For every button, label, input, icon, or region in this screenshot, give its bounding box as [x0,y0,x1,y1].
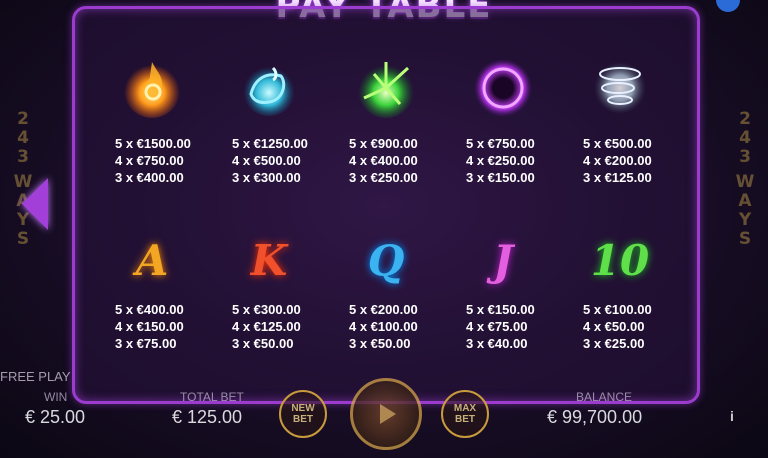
max-bet-button[interactable]: MAX BET [441,390,489,438]
paytable-panel: 5 x €1500.00 4 x €750.00 3 x €400.00 5 x… [72,6,700,404]
wind-swirl-icon [585,51,655,121]
pay-4: 4 x €750.00 [115,153,184,168]
pay-5: 5 x €200.00 [349,302,418,317]
symbol-a: A 5 x €400.00 4 x €150.00 3 x €75.00 [97,233,207,352]
green-leaf-burst-icon [351,51,421,121]
letter-10-icon: 10 [590,235,650,285]
pay-3: 3 x €150.00 [466,170,535,185]
fire-swirl-icon [117,51,187,121]
pay-3: 3 x €50.00 [232,336,294,351]
symbol-j: J 5 x €150.00 4 x €75.00 3 x €40.00 [448,233,558,352]
pay-3: 3 x €40.00 [466,336,528,351]
pay-5: 5 x €1250.00 [232,136,308,151]
symbol-water: 5 x €1250.00 4 x €500.00 3 x €300.00 [214,51,324,186]
pay-5: 5 x €100.00 [583,302,652,317]
pay-3: 3 x €400.00 [115,170,184,185]
pay-4: 4 x €250.00 [466,153,535,168]
pay-5: 5 x €1500.00 [115,136,191,151]
total-bet-label: TOTAL BET [180,390,244,404]
previous-page-arrow[interactable] [22,178,48,230]
win-value: € 25.00 [25,407,86,427]
pay-4: 4 x €100.00 [349,319,418,334]
ways-label-right: 243 WAYS [735,109,755,249]
symbol-k: K 5 x €300.00 4 x €125.00 3 x €50.00 [214,233,324,352]
total-bet-value: € 125.00 [172,407,243,427]
symbol-void: 5 x €750.00 4 x €250.00 3 x €150.00 [448,51,558,186]
win-label: WIN [44,390,68,404]
letter-q-icon: Q [367,235,405,285]
pay-3: 3 x €25.00 [583,336,645,351]
new-bet-button[interactable]: NEW BET [279,390,327,438]
pay-3: 3 x €125.00 [583,170,652,185]
pay-4: 4 x €75.00 [466,319,528,334]
pay-4: 4 x €125.00 [232,319,301,334]
purple-ring-icon [468,51,538,121]
spin-button[interactable] [350,378,422,450]
pay-5: 5 x €900.00 [349,136,418,151]
symbol-10: 10 5 x €100.00 4 x €50.00 3 x €25.00 [565,233,675,352]
pay-5: 5 x €400.00 [115,302,184,317]
balance-value: € 99,700.00 [547,407,643,427]
pay-5: 5 x €500.00 [583,136,652,151]
pay-3: 3 x €250.00 [349,170,418,185]
free-play-label: FREE PLAY [0,369,71,384]
info-button[interactable]: i [730,408,734,424]
play-icon [380,404,396,424]
letter-j-icon: J [493,235,513,285]
pay-4: 4 x €500.00 [232,153,301,168]
pay-5: 5 x €300.00 [232,302,301,317]
pay-5: 5 x €750.00 [466,136,535,151]
pay-5: 5 x €150.00 [466,302,535,317]
pay-3: 3 x €50.00 [349,336,411,351]
pay-4: 4 x €400.00 [349,153,418,168]
balance-label: BALANCE [576,390,633,404]
pay-4: 4 x €50.00 [583,319,645,334]
symbol-q: Q 5 x €200.00 4 x €100.00 3 x €50.00 [331,233,441,352]
letter-k-icon: K [250,235,288,285]
water-splash-icon [234,51,304,121]
symbol-fire: 5 x €1500.00 4 x €750.00 3 x €400.00 [97,51,207,186]
pay-3: 3 x €300.00 [232,170,301,185]
pay-3: 3 x €75.00 [115,336,177,351]
pay-4: 4 x €200.00 [583,153,652,168]
pay-4: 4 x €150.00 [115,319,184,334]
symbol-earth: 5 x €900.00 4 x €400.00 3 x €250.00 [331,51,441,186]
symbol-wind: 5 x €500.00 4 x €200.00 3 x €125.00 [565,51,675,186]
letter-a-icon: A [135,235,169,285]
